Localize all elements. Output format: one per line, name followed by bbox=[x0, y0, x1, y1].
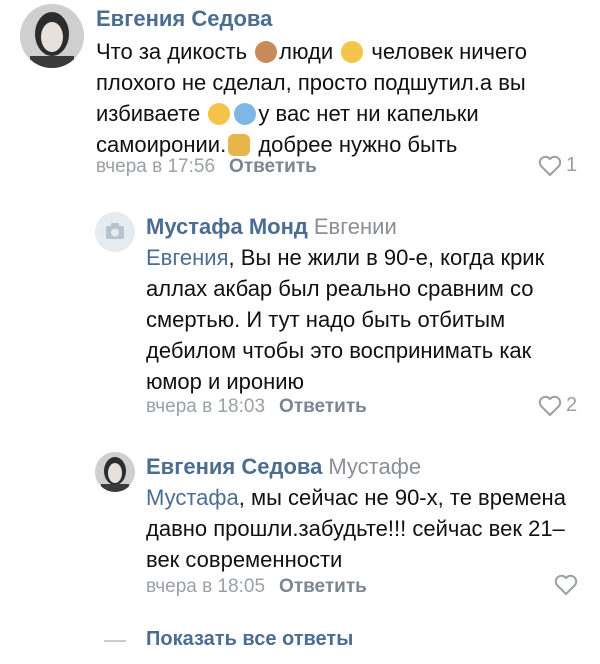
comment-author[interactable]: Евгения Седова bbox=[96, 6, 272, 32]
mention-link[interactable]: Евгения bbox=[146, 245, 229, 270]
mention-link[interactable]: Мустафа bbox=[146, 485, 239, 510]
comment-text: Мустафа, мы сейчас не 90-х, те времена д… bbox=[146, 482, 566, 575]
comment-text: Что за дикость люди человек ничего плохо… bbox=[96, 36, 576, 160]
avatar[interactable] bbox=[95, 212, 135, 252]
sleepy-face-emoji-icon bbox=[341, 41, 364, 63]
grimacing-face-emoji-icon bbox=[208, 103, 231, 125]
text-segment: люди bbox=[279, 39, 334, 64]
user-photo-icon bbox=[95, 452, 135, 492]
like-button[interactable]: 2 bbox=[538, 394, 577, 417]
like-count: 1 bbox=[566, 154, 578, 176]
person-facepalming-emoji-icon bbox=[228, 134, 251, 156]
avatar[interactable] bbox=[95, 452, 135, 492]
user-photo-icon bbox=[20, 4, 84, 68]
cold-sweat-face-emoji-icon bbox=[234, 103, 257, 125]
reply-button[interactable]: Ответить bbox=[279, 396, 367, 417]
heart-icon bbox=[538, 395, 562, 416]
author-name[interactable]: Евгения Седова bbox=[146, 454, 322, 479]
reply-to[interactable]: Евгении bbox=[314, 214, 397, 239]
see-no-evil-monkey-emoji-icon bbox=[255, 41, 278, 63]
heart-icon bbox=[554, 574, 578, 595]
camera-icon bbox=[106, 223, 124, 239]
heart-icon bbox=[538, 155, 562, 176]
divider bbox=[104, 640, 126, 642]
avatar[interactable] bbox=[20, 4, 84, 68]
like-button[interactable] bbox=[554, 574, 578, 596]
author-name[interactable]: Евгения Седова bbox=[96, 6, 272, 31]
comment-meta: вчера в 18:05 Ответить bbox=[146, 576, 367, 598]
comment-meta: вчера в 18:03 Ответить bbox=[146, 396, 367, 418]
comment-meta: вчера в 17:56 Ответить bbox=[96, 156, 317, 178]
reply-button[interactable]: Ответить bbox=[279, 576, 367, 597]
comment-author: Евгения Седова Мустафе bbox=[146, 454, 421, 480]
reply-to[interactable]: Мустафе bbox=[328, 454, 421, 479]
timestamp: вчера в 17:56 bbox=[96, 156, 216, 177]
timestamp: вчера в 18:05 bbox=[146, 576, 266, 597]
comment-text: Евгения, Вы не жили в 90-е, когда крик а… bbox=[146, 242, 586, 397]
text-segment: добрее нужно быть bbox=[258, 132, 458, 157]
show-all-replies-button[interactable]: Показать все ответы bbox=[146, 628, 353, 651]
like-button[interactable]: 1 bbox=[538, 154, 577, 177]
like-count: 2 bbox=[566, 394, 578, 416]
text-segment: Что за дикость bbox=[96, 39, 248, 64]
comment-author: Мустафа Монд Евгении bbox=[146, 214, 397, 240]
reply-button[interactable]: Ответить bbox=[229, 156, 317, 177]
timestamp: вчера в 18:03 bbox=[146, 396, 266, 417]
author-name[interactable]: Мустафа Монд bbox=[146, 214, 308, 239]
